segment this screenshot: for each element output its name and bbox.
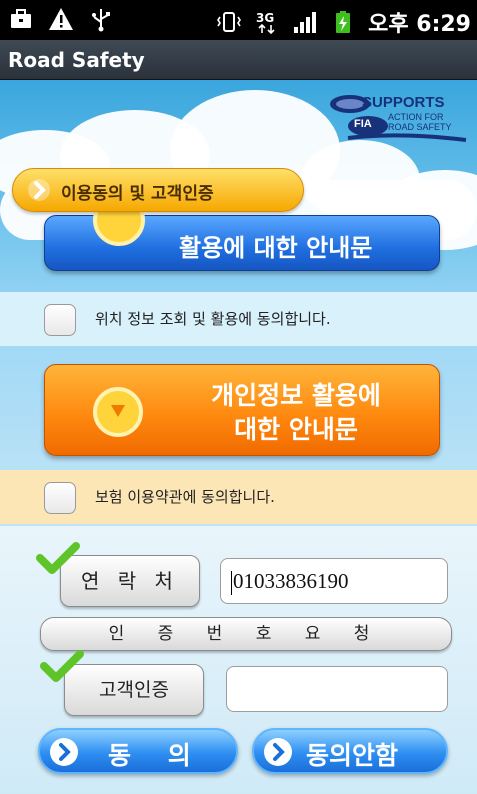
- network-3g-icon: 3G: [256, 11, 275, 35]
- agree-button[interactable]: 동 의: [38, 728, 238, 774]
- phone-number-input[interactable]: 01033836190: [220, 558, 448, 604]
- text-cursor: [231, 571, 232, 596]
- request-auth-code-button[interactable]: 인 증 번 호 요 청: [40, 617, 452, 651]
- status-bar: 3G 오후 6:29: [0, 0, 477, 40]
- privacy-notice-button[interactable]: 개인정보 활용에 대한 안내문: [44, 364, 440, 456]
- privacy-notice-label: 개인정보 활용에 대한 안내문: [211, 381, 381, 444]
- vibrate-icon: [217, 12, 242, 32]
- battery-icon: [336, 11, 351, 33]
- section-tab-label: 이용동의 및 고객인증: [61, 184, 214, 204]
- briefcase-icon: [11, 9, 31, 28]
- disagree-label: 동의안함: [306, 741, 399, 770]
- location-notice-label: 활용에 대한 안내문: [179, 234, 373, 262]
- app-title: Road Safety: [8, 48, 145, 72]
- phone-number-value: 01033836190: [233, 569, 349, 593]
- chevron-right-icon: [28, 179, 50, 201]
- status-time: 오후 6:29: [368, 12, 471, 37]
- checkmark-icon: [40, 650, 84, 682]
- location-notice-button[interactable]: 활용에 대한 안내문: [44, 194, 440, 271]
- down-arrow-icon: [93, 387, 143, 437]
- disagree-button[interactable]: 동의안함: [252, 728, 448, 774]
- svg-text:3G: 3G: [256, 11, 274, 25]
- customer-auth-button[interactable]: 고객인증: [64, 664, 204, 716]
- main-content: SUPPORTS FIA ACTION FOR ROAD SAFETY 활용에 대…: [0, 80, 477, 794]
- location-consent-row: 위치 정보 조회 및 활용에 동의합니다.: [0, 292, 477, 346]
- checkmark-icon: [36, 542, 80, 574]
- location-consent-checkbox[interactable]: [44, 304, 76, 336]
- logo-supports-text: SUPPORTS: [362, 94, 445, 111]
- logo-tagline: ACTION FOR ROAD SAFETY: [388, 112, 452, 132]
- usb-icon: [92, 9, 110, 32]
- section-tab-consent-auth: 이용동의 및 고객인증: [12, 168, 304, 212]
- warning-icon: [49, 8, 73, 30]
- signal-icon: [294, 12, 317, 33]
- fia-road-safety-logo: SUPPORTS FIA ACTION FOR ROAD SAFETY: [328, 92, 468, 150]
- insurance-consent-row: 보험 이용약관에 동의합니다.: [0, 470, 477, 524]
- chevron-right-icon: [50, 738, 78, 766]
- agree-label: 동 의: [108, 741, 205, 770]
- insurance-consent-label: 보험 이용약관에 동의합니다.: [95, 488, 275, 506]
- contact-button[interactable]: 연 락 처: [60, 555, 200, 607]
- location-consent-label: 위치 정보 조회 및 활용에 동의합니다.: [95, 310, 331, 328]
- auth-code-input[interactable]: [226, 666, 448, 712]
- app-title-bar: Road Safety: [0, 40, 477, 80]
- chevron-right-icon: [264, 738, 292, 766]
- logo-fia-badge: FIA: [354, 118, 372, 130]
- insurance-consent-checkbox[interactable]: [44, 482, 76, 514]
